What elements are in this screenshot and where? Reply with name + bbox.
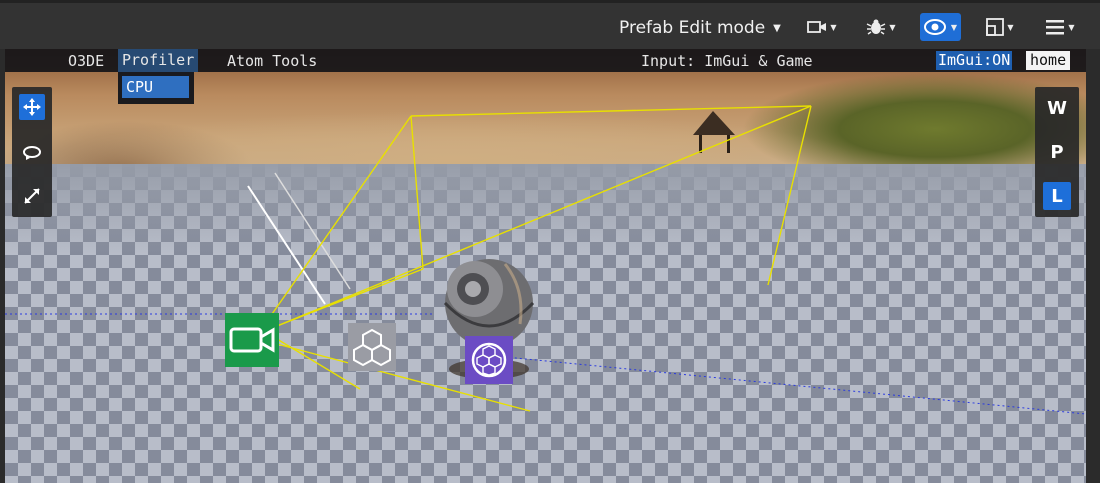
prefab-entity-gizmo[interactable] <box>348 323 396 371</box>
transform-toolbar <box>12 87 52 217</box>
x-axis-line-right <box>474 353 1086 415</box>
move-tool-button[interactable] <box>19 94 45 120</box>
debug-button[interactable]: ▼ <box>862 13 900 41</box>
scene-overlay <box>5 105 1086 415</box>
scale-icon <box>24 188 40 204</box>
profiler-dropdown: CPU <box>118 72 194 104</box>
rotate-tool-button[interactable] <box>19 139 45 165</box>
rotate-icon <box>23 146 41 160</box>
parent-space-button[interactable]: P <box>1043 138 1071 166</box>
chevron-down-icon: ▼ <box>830 22 837 32</box>
edit-mode-label: Prefab Edit mode <box>619 18 766 38</box>
viewport-toolbar: Prefab Edit mode ▼ ▼ ▼ ▼ ▼ ▼ <box>0 0 1100 49</box>
mesh-sphere-icon <box>471 342 507 378</box>
menu-atom-tools[interactable]: Atom Tools <box>227 52 317 70</box>
layout-icon <box>986 18 1005 36</box>
light-beam-2 <box>274 172 351 290</box>
world-space-button[interactable]: W <box>1043 94 1071 122</box>
imgui-status-badge: ImGui:ON <box>936 51 1013 70</box>
viewport-frame-left <box>0 49 5 483</box>
main-menu-button[interactable]: ▼ <box>1041 13 1079 41</box>
visibility-button[interactable]: ▼ <box>920 13 961 41</box>
viewport[interactable]: O3DE Profiler Atom Tools Input: ImGui & … <box>5 49 1086 483</box>
dropdown-item-cpu[interactable]: CPU <box>122 76 189 98</box>
home-button[interactable]: home <box>1026 51 1071 70</box>
scale-tool-button[interactable] <box>19 183 45 209</box>
chevron-down-icon: ▼ <box>773 22 781 34</box>
viewport-frame-right <box>1086 49 1100 483</box>
mesh-entity-gizmo[interactable] <box>465 336 513 384</box>
move-icon <box>23 98 41 116</box>
chevron-down-icon: ▼ <box>1068 22 1075 32</box>
debug-bug-icon <box>867 19 886 35</box>
imgui-menubar: O3DE Profiler Atom Tools Input: ImGui & … <box>5 49 1086 72</box>
camera-icon <box>807 21 827 33</box>
visibility-eye-icon <box>923 19 946 35</box>
chevron-down-icon: ▼ <box>950 22 958 32</box>
reference-space-toolbar: W P L <box>1035 87 1079 217</box>
video-camera-icon <box>229 327 275 353</box>
cubes-icon <box>353 328 391 367</box>
light-beam <box>247 185 326 305</box>
edit-mode-dropdown[interactable]: Prefab Edit mode ▼ <box>619 18 781 38</box>
chevron-down-icon: ▼ <box>889 22 896 32</box>
hamburger-menu-icon <box>1046 20 1065 35</box>
layout-button[interactable]: ▼ <box>982 13 1018 41</box>
camera-entity-gizmo[interactable] <box>225 313 279 367</box>
menu-profiler[interactable]: Profiler <box>118 49 199 72</box>
chevron-down-icon: ▼ <box>1007 22 1014 32</box>
input-status: Input: ImGui & Game <box>641 52 813 70</box>
local-space-button[interactable]: L <box>1043 182 1071 210</box>
menu-o3de[interactable]: O3DE <box>68 52 104 70</box>
camera-settings-button[interactable]: ▼ <box>804 13 840 41</box>
